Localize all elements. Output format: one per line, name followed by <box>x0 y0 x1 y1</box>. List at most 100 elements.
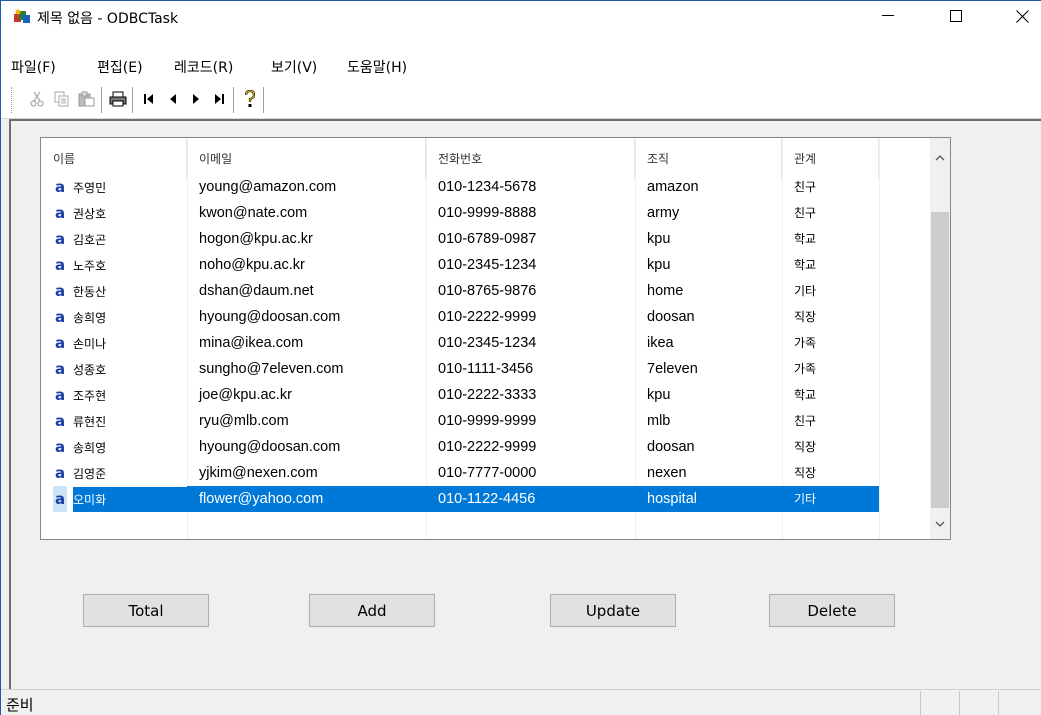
cell-phone: 010-7777-0000 <box>438 465 537 481</box>
next-record-icon <box>193 94 199 104</box>
prev-record-button[interactable] <box>162 87 184 111</box>
toolbar-separator <box>263 87 265 113</box>
cell-name: a 오미화 <box>41 486 187 512</box>
table-row[interactable]: a 권상호 kwon@nate.com 010-9999-8888 army 친구 <box>41 200 931 226</box>
update-button[interactable]: Update <box>550 594 676 627</box>
cell-name: a 김호곤 <box>41 226 187 252</box>
menu-help[interactable]: 도움말(H) <box>347 57 407 77</box>
help-button[interactable] <box>239 87 261 111</box>
print-button[interactable] <box>107 87 129 111</box>
paste-button[interactable] <box>76 87 98 111</box>
cell-org: doosan <box>647 439 695 455</box>
contact-list[interactable]: 이름 이메일 전화번호 조직 관계 a 주영민 young@amazon.com 01… <box>40 137 951 540</box>
table-row[interactable]: a 손미나 mina@ikea.com 010-2345-1234 ikea 가족 <box>41 330 931 356</box>
table-row[interactable]: a 오미화 flower@yahoo.com 010-1122-4456 hospita… <box>41 486 931 512</box>
cell-relation: 친구 <box>794 414 817 428</box>
toolbar-separator <box>101 87 103 113</box>
table-row[interactable]: a 한동산 dshan@daum.net 010-8765-9876 home 기타 <box>41 278 931 304</box>
contact-name: 성종호 <box>73 363 107 377</box>
total-button[interactable]: Total <box>83 594 209 627</box>
cell-phone: 010-9999-9999 <box>438 413 537 429</box>
cell-phone: 010-2222-9999 <box>438 309 537 325</box>
table-row[interactable]: a 송희영 hyoung@doosan.com 010-2222-9999 doosan… <box>41 304 931 330</box>
column-header-name[interactable]: 이름 <box>41 138 187 178</box>
cell-relation: 직장 <box>794 466 817 480</box>
status-pane <box>920 691 921 715</box>
maximize-button[interactable] <box>933 1 979 31</box>
menu-edit[interactable]: 편집(E) <box>97 57 143 77</box>
cut-icon <box>30 91 44 107</box>
scroll-thumb[interactable] <box>931 212 949 508</box>
contact-name: 권상호 <box>73 207 107 221</box>
scroll-up-button[interactable] <box>930 148 950 168</box>
table-row[interactable]: a 성종호 sungho@7eleven.com 010-1111-3456 7elev… <box>41 356 931 382</box>
close-icon <box>1015 9 1029 23</box>
cell-phone: 010-6789-0987 <box>438 231 537 247</box>
cell-relation: 학교 <box>794 258 817 272</box>
cell-email: hyoung@doosan.com <box>199 309 341 325</box>
toolbar-grip[interactable] <box>11 87 14 113</box>
contact-name: 류현진 <box>73 415 107 429</box>
print-icon <box>109 91 127 107</box>
cell-name: a 성종호 <box>41 356 187 382</box>
column-header-email[interactable]: 이메일 <box>187 138 426 178</box>
title-bar[interactable]: 제목 없음 - ODBCTask <box>1 1 1041 31</box>
menu-view[interactable]: 보기(V) <box>271 57 317 77</box>
cell-org: kpu <box>647 231 671 247</box>
vertical-scrollbar[interactable] <box>930 138 950 539</box>
table-row[interactable]: a 김호곤 hogon@kpu.ac.kr 010-6789-0987 kpu 학교 <box>41 226 931 252</box>
cell-name: a 류현진 <box>41 408 187 434</box>
prev-record-icon <box>170 94 176 104</box>
cell-name: a 노주호 <box>41 252 187 278</box>
cut-button[interactable] <box>26 87 48 111</box>
cell-relation: 가족 <box>794 362 817 376</box>
cell-phone: 010-1111-3456 <box>438 361 534 377</box>
column-header-org[interactable]: 조직 <box>635 138 782 178</box>
cell-org: nexen <box>647 465 687 481</box>
contact-icon: a <box>54 464 66 482</box>
menu-file[interactable]: 파일(F) <box>11 57 56 77</box>
cell-email: sungho@7eleven.com <box>199 361 344 377</box>
cell-name: a 한동산 <box>41 278 187 304</box>
column-header-phone[interactable]: 전화번호 <box>426 138 635 178</box>
contact-name: 송희영 <box>73 441 107 455</box>
cell-phone: 010-1234-5678 <box>438 179 537 195</box>
table-row[interactable]: a 송희영 hyoung@doosan.com 010-2222-9999 doosan… <box>41 434 931 460</box>
delete-button[interactable]: Delete <box>769 594 895 627</box>
cell-email: joe@kpu.ac.kr <box>199 387 292 403</box>
table-row[interactable]: a 노주호 noho@kpu.ac.kr 010-2345-1234 kpu 학교 <box>41 252 931 278</box>
copy-button[interactable] <box>51 87 73 111</box>
next-record-button[interactable] <box>185 87 207 111</box>
contact-icon: a <box>54 282 66 300</box>
first-record-icon <box>144 94 153 104</box>
add-button[interactable]: Add <box>309 594 435 627</box>
cell-email: mina@ikea.com <box>199 335 304 351</box>
contact-name: 노주호 <box>73 259 107 273</box>
cell-phone: 010-2345-1234 <box>438 335 537 351</box>
last-record-button[interactable] <box>208 87 230 111</box>
contact-icon: a <box>54 412 66 430</box>
scroll-down-button[interactable] <box>930 514 950 534</box>
menu-record[interactable]: 레코드(R) <box>174 57 233 77</box>
cell-email: yjkim@nexen.com <box>199 465 318 481</box>
first-record-button[interactable] <box>138 87 160 111</box>
table-row[interactable]: a 류현진 ryu@mlb.com 010-9999-9999 mlb 친구 <box>41 408 931 434</box>
cell-email: dshan@daum.net <box>199 283 314 299</box>
contact-name: 조주현 <box>73 389 107 403</box>
cell-name: a 조주현 <box>41 382 187 408</box>
table-row[interactable]: a 주영민 young@amazon.com 010-1234-5678 amazon 친… <box>41 174 931 200</box>
close-button[interactable] <box>999 1 1041 31</box>
minimize-button[interactable] <box>865 1 911 31</box>
cell-org: hospital <box>635 486 782 512</box>
app-window: 제목 없음 - ODBCTask 파일(F) 편집(E) 레코드(R) 보기(V… <box>0 0 1041 715</box>
cell-email: hogon@kpu.ac.kr <box>199 231 313 247</box>
cell-org: kpu <box>647 387 671 403</box>
cell-name: a 권상호 <box>41 200 187 226</box>
cell-name: a 김영준 <box>41 460 187 486</box>
contact-icon: a <box>54 230 66 248</box>
column-header-relation[interactable]: 관계 <box>782 138 879 178</box>
table-row[interactable]: a 조주현 joe@kpu.ac.kr 010-2222-3333 kpu 학교 <box>41 382 931 408</box>
help-icon <box>244 90 256 107</box>
cell-relation: 기타 <box>782 486 879 512</box>
table-row[interactable]: a 김영준 yjkim@nexen.com 010-7777-0000 nexen 직장 <box>41 460 931 486</box>
